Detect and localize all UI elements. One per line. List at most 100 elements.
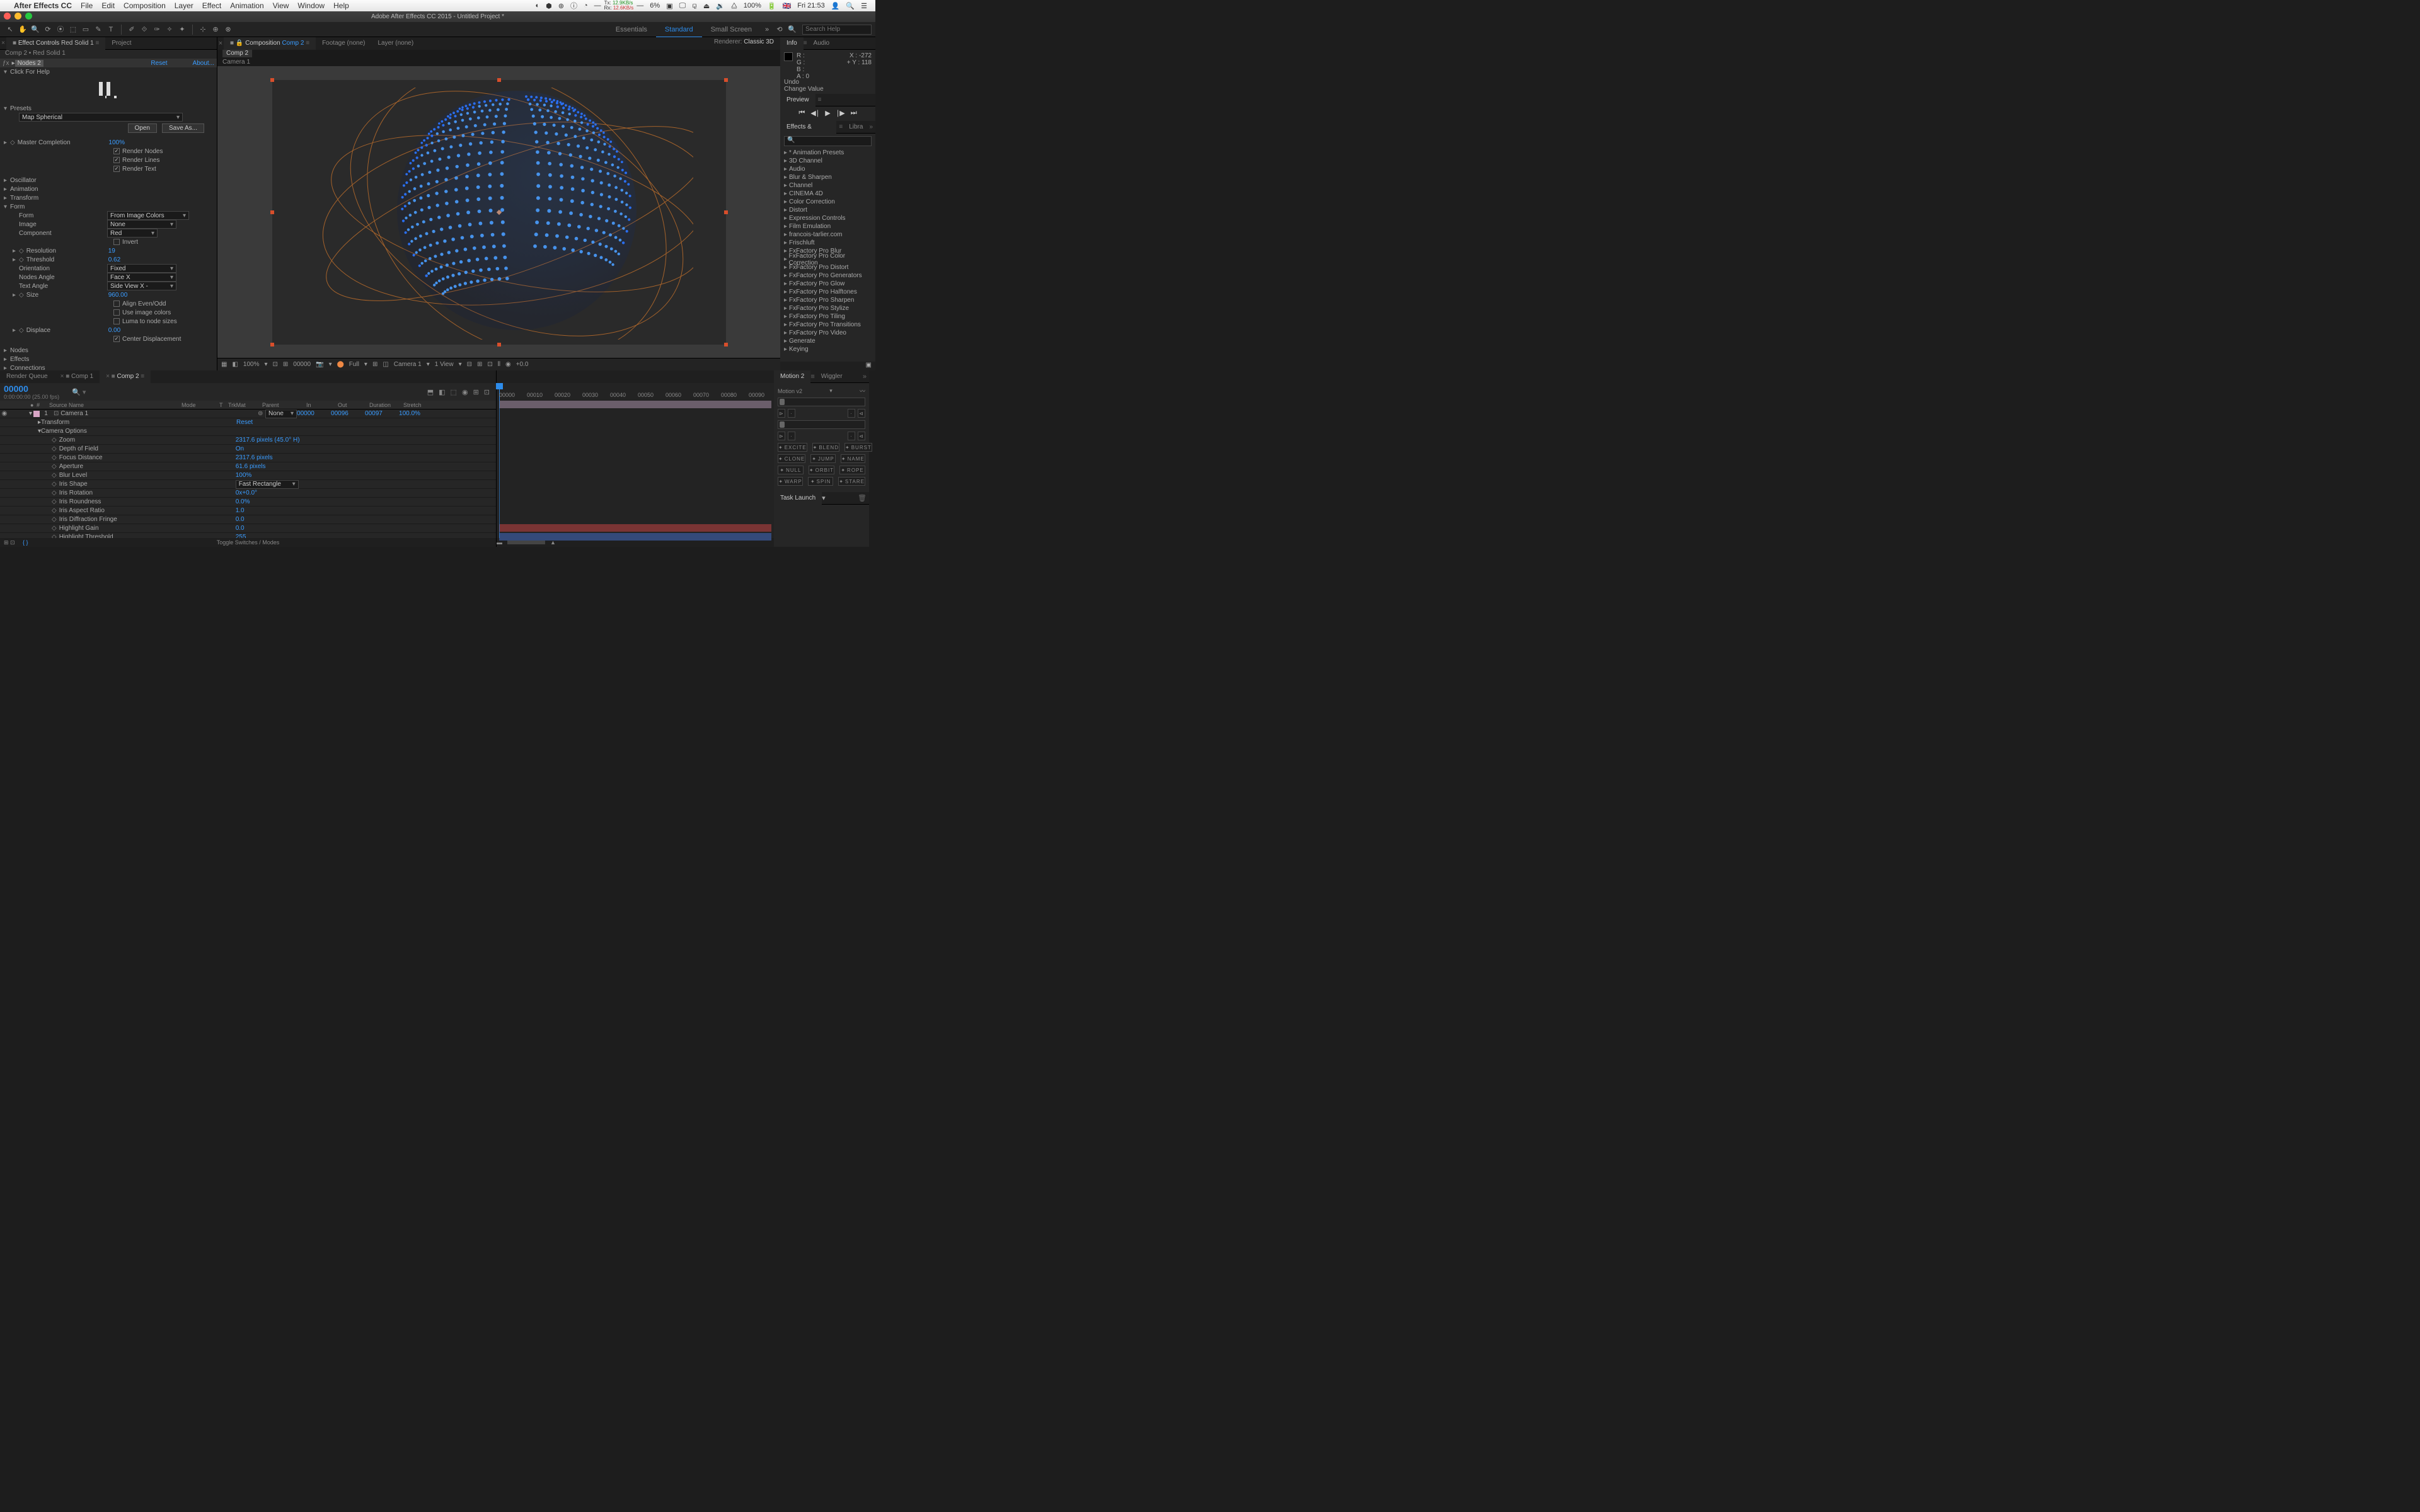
- motion-btn[interactable]: ✦JUMP: [810, 454, 835, 463]
- search-icon[interactable]: 🔍: [787, 25, 797, 35]
- preset-dropdown[interactable]: Map Spherical: [19, 113, 183, 122]
- twirl-icon[interactable]: ▾: [4, 105, 10, 112]
- zoom-window[interactable]: [25, 13, 32, 20]
- reset-link[interactable]: Reset: [151, 60, 167, 67]
- tl-icon[interactable]: ⬒: [427, 388, 434, 396]
- new-bin-icon[interactable]: ▣: [866, 362, 872, 369]
- twirl-icon[interactable]: ▸: [13, 256, 19, 263]
- timeline-ruler[interactable]: 0000000010000200003000040000500006000070…: [497, 383, 774, 401]
- twirl-icon[interactable]: ▸: [13, 292, 19, 299]
- play-icon[interactable]: ▶: [825, 109, 830, 117]
- ep-category[interactable]: ▸FxFactory Pro Stylize: [780, 304, 875, 312]
- orientation-dropdown[interactable]: Fixed: [107, 264, 176, 273]
- circle-icon[interactable]: ◔: [584, 2, 588, 9]
- menu-help[interactable]: Help: [333, 1, 349, 10]
- form-group[interactable]: Form: [10, 203, 25, 210]
- current-timecode[interactable]: 00000: [4, 384, 59, 394]
- render-lines-checkbox[interactable]: [113, 157, 120, 163]
- fx-enable-icon[interactable]: ƒx: [3, 60, 9, 67]
- effects-group[interactable]: Effects: [10, 356, 29, 363]
- twirl-icon[interactable]: ▸: [13, 248, 19, 255]
- twirl-icon[interactable]: ▸: [4, 347, 10, 354]
- twirl-icon[interactable]: ▸: [13, 327, 19, 334]
- effects-search-input[interactable]: 🔍: [784, 136, 872, 146]
- snapshot-icon[interactable]: 📷: [316, 361, 323, 368]
- menu-effect[interactable]: Effect: [202, 1, 221, 10]
- first-frame-icon[interactable]: ⏮: [798, 109, 805, 117]
- camera-prop-row[interactable]: ◇Aperture61.6 pixels: [0, 462, 496, 471]
- channel-icon[interactable]: ⬤: [337, 361, 344, 368]
- twirl-icon[interactable]: ▾: [29, 410, 32, 417]
- last-frame-icon[interactable]: ⏭: [851, 109, 857, 117]
- click-help-label[interactable]: Click For Help: [10, 69, 50, 76]
- panel-close-icon[interactable]: ×: [0, 40, 6, 47]
- menu-layer[interactable]: Layer: [175, 1, 193, 10]
- render-nodes-checkbox[interactable]: [113, 148, 120, 154]
- nodes-group[interactable]: Nodes: [10, 347, 28, 354]
- ep-category[interactable]: ▸FxFactory Pro Sharpen: [780, 296, 875, 304]
- motion-btn[interactable]: ✦NAME: [841, 454, 865, 463]
- motion-btn[interactable]: ✦NULL: [778, 466, 804, 474]
- world-axis-icon[interactable]: ⊕: [210, 25, 221, 35]
- time-value[interactable]: 00000: [293, 361, 311, 368]
- screen-icon[interactable]: 🖵: [679, 2, 686, 10]
- brush-tool-icon[interactable]: ✐: [127, 25, 137, 35]
- transform-group[interactable]: Transform: [10, 195, 38, 202]
- tl-icon[interactable]: ⊞: [473, 388, 479, 396]
- twirl-icon[interactable]: ▸: [4, 177, 10, 184]
- ep-category[interactable]: ▸Keying: [780, 345, 875, 353]
- ep-category[interactable]: ▸Generate: [780, 337, 875, 345]
- motion-btn[interactable]: ✦BLEND: [812, 443, 839, 452]
- rect-tool-icon[interactable]: ▭: [81, 25, 91, 35]
- ep-category[interactable]: ▸francois-tarlier.com: [780, 231, 875, 239]
- ep-category[interactable]: ▸FxFactory Pro Generators: [780, 272, 875, 280]
- eraser-tool-icon[interactable]: ✑: [152, 25, 162, 35]
- search-help-input[interactable]: [802, 25, 872, 35]
- input-flag[interactable]: 🇬🇧: [783, 2, 792, 10]
- motion-slider-1[interactable]: [778, 398, 865, 406]
- info-icon[interactable]: ⓘ: [570, 1, 577, 11]
- dropbox-icon[interactable]: ⬢: [546, 2, 552, 10]
- ep-category[interactable]: ▸Expression Controls: [780, 214, 875, 222]
- tl-toggle-icon[interactable]: ⊞ ⊡: [4, 539, 15, 546]
- preview-tab[interactable]: Preview: [780, 94, 815, 106]
- info-tab[interactable]: Info: [780, 37, 804, 50]
- alpha-icon[interactable]: ◧: [232, 361, 238, 368]
- effect-name[interactable]: Nodes 2: [15, 60, 43, 67]
- camera-prop-row[interactable]: ◇Blur Level100%: [0, 471, 496, 480]
- comp1-tab[interactable]: × ■ Comp 1: [54, 370, 100, 383]
- ep-category[interactable]: ▸Distort: [780, 206, 875, 214]
- icon[interactable]: ⊡: [487, 361, 492, 368]
- tl-icon[interactable]: ⬚: [451, 388, 457, 396]
- viewer-canvas-wrap[interactable]: [217, 66, 780, 358]
- camera-options-row[interactable]: ▾Camera Options: [0, 427, 496, 436]
- camera-prop-row[interactable]: ◇Iris Aspect Ratio1.0: [0, 507, 496, 515]
- twirl-icon[interactable]: ▸: [4, 139, 10, 146]
- res-value[interactable]: Full: [349, 361, 359, 368]
- exposure-value[interactable]: +0.0: [516, 361, 529, 368]
- sync-icon[interactable]: ⟲: [775, 25, 785, 35]
- motion-slider-2[interactable]: [778, 420, 865, 429]
- twirl-icon[interactable]: ▾: [4, 203, 10, 210]
- selection-tool-icon[interactable]: ↖: [5, 25, 15, 35]
- about-link[interactable]: About...: [193, 60, 214, 67]
- timeline-graph[interactable]: 0000000010000200003000040000500006000070…: [497, 370, 774, 547]
- menu-composition[interactable]: Composition: [124, 1, 166, 10]
- fit-icon[interactable]: ⊡: [273, 361, 278, 368]
- pan-behind-tool-icon[interactable]: ⬚: [68, 25, 78, 35]
- layer-bar-camera[interactable]: [499, 401, 771, 408]
- roto-tool-icon[interactable]: ✧: [164, 25, 175, 35]
- camera-prop-row[interactable]: ◇Iris Roundness0.0%: [0, 498, 496, 507]
- render-text-checkbox[interactable]: [113, 166, 120, 172]
- viewer-canvas[interactable]: [272, 80, 726, 345]
- icon[interactable]: ⫴: [498, 361, 500, 368]
- invert-checkbox[interactable]: [113, 239, 120, 245]
- twirl-icon[interactable]: ▸: [4, 195, 10, 202]
- motion-btn[interactable]: ✦CLONE: [778, 454, 805, 463]
- align-checkbox[interactable]: [113, 301, 120, 307]
- layer-row-camera[interactable]: ◉ ▾ 1 ⊡ Camera 1 ⊚ None 00000 00096 0009…: [0, 410, 496, 418]
- audio-tab[interactable]: Audio: [807, 37, 836, 50]
- vol-icon[interactable]: 🔉: [716, 2, 725, 10]
- trash-icon[interactable]: 🗑: [858, 494, 867, 502]
- pen-tool-icon[interactable]: ✎: [93, 25, 103, 35]
